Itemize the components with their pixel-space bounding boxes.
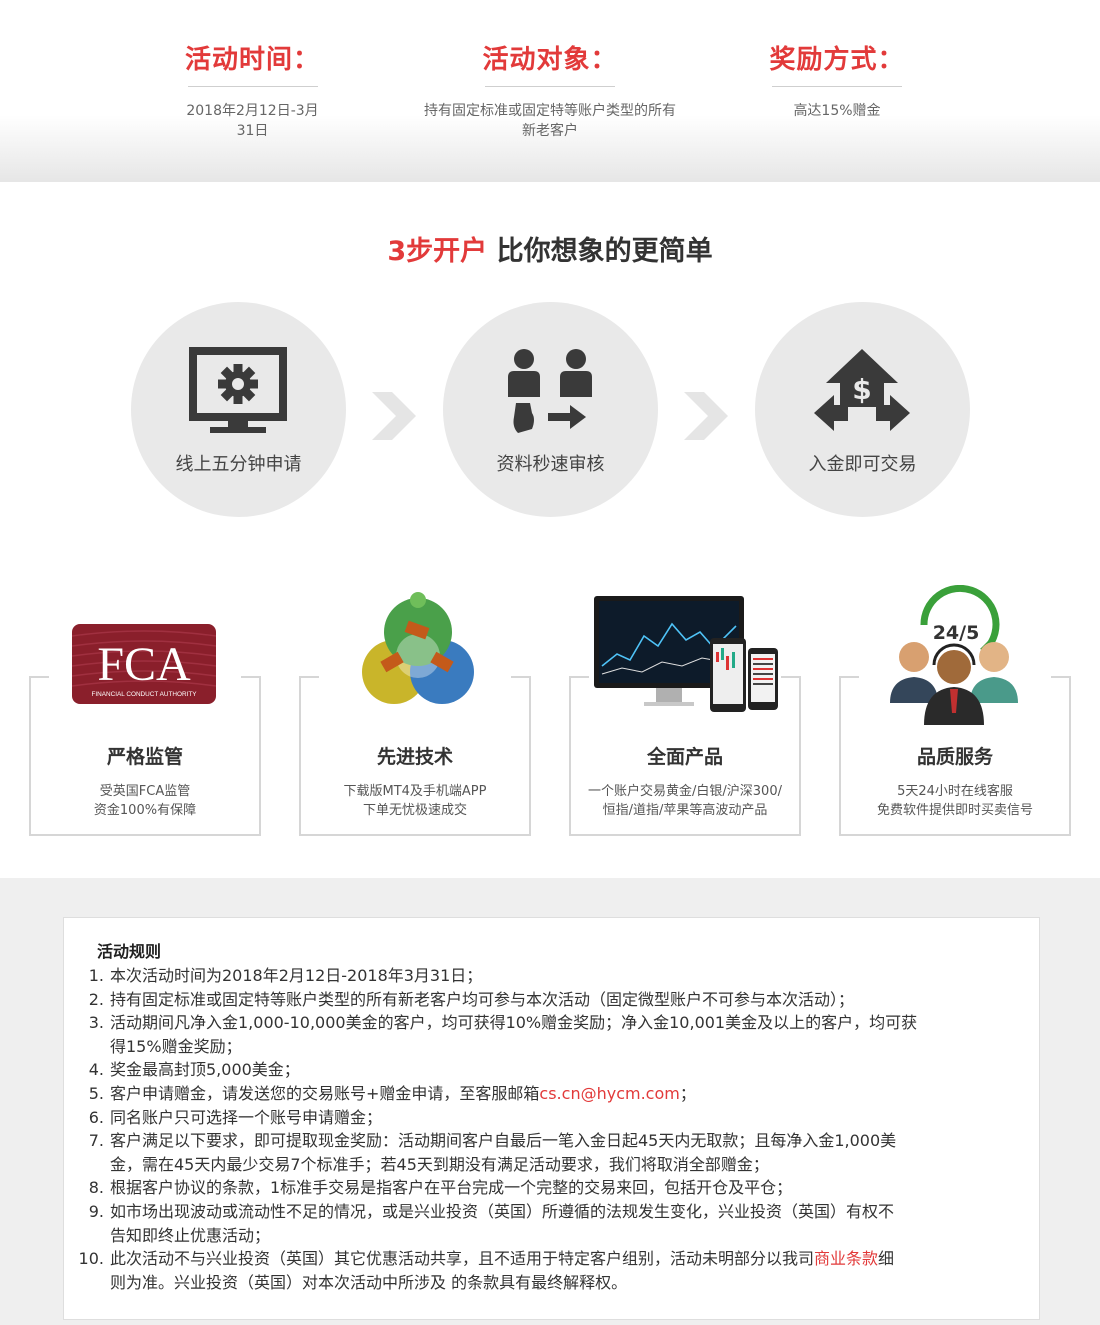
chevron-right-icon — [372, 392, 416, 440]
people-exchange-icon — [508, 349, 592, 433]
feature-desc-line: 下单无忧极速成交 — [362, 803, 467, 818]
rule-text: 同名账户只可选择一个账号申请赠金； — [110, 1107, 383, 1127]
rule-text: 得15%赠金奖励； — [110, 1036, 242, 1056]
rule-number: 3. — [88, 1013, 104, 1033]
divider — [772, 86, 902, 87]
feature-desc: 5天24小时在线客服 免费软件提供即时买卖信号 — [841, 782, 1069, 820]
feature-title: 先进技术 — [376, 746, 453, 768]
rule-item: 4. 奖金最高封顶5,000美金； — [78, 1058, 1008, 1082]
rule-text: 持有固定标准或固定特等账户类型的所有新老客户均可参与本次活动（固定微型账户不可参… — [110, 989, 855, 1009]
svg-text:$: $ — [852, 373, 871, 406]
step-review: 资料秒速审核 — [443, 302, 658, 517]
steps-heading-highlight: 3步开户 — [387, 236, 488, 267]
feature-desc-line: 一个账户交易黄金/白银/沪深300/ — [588, 784, 782, 799]
rule-text: 此次活动不与兴业投资（英国）其它优惠活动共享，且不适用于特定客户组别，活动未明部… — [110, 1247, 1008, 1271]
step-label: 线上五分钟申请 — [175, 454, 302, 475]
rule-item: 10. 此次活动不与兴业投资（英国）其它优惠活动共享，且不适用于特定客户组别，活动… — [78, 1247, 1008, 1294]
rule-text: 金，需在45天内最少交易7个标准手；若45天到期没有满足活动要求，我们将取消全部… — [110, 1154, 769, 1174]
rule-text: 如市场出现波动或流动性不足的情况，或是兴业投资（英国）所遵循的法规发生变化，兴业… — [110, 1201, 895, 1221]
rule-number: 9. — [88, 1201, 104, 1221]
metatrader-logo-icon — [362, 592, 474, 704]
rule-item: 2. 持有固定标准或固定特等账户类型的所有新老客户均可参与本次活动（固定微型账户不… — [78, 988, 1008, 1012]
feature-desc-line: 5天24小时在线客服 — [897, 784, 1013, 799]
feature-desc-line: 免费软件提供即时买卖信号 — [876, 803, 1033, 818]
rule-number: 5. — [88, 1083, 104, 1103]
rule-text: 客户申请赠金，请发送您的交易账号+赠金申请，至客服邮箱 — [110, 1083, 540, 1103]
steps-heading: 3步开户 比你想象的更简单 — [0, 232, 1100, 272]
feature-desc-line: 下载版MT4及手机端APP — [343, 784, 487, 799]
step-deposit-trade: $ 入金即可交易 — [755, 302, 970, 517]
info-title-time: 活动时间： — [184, 45, 320, 75]
info-text-target-line1: 持有固定标准或固定特等账户类型的所有 — [424, 103, 676, 119]
rule-item: 7. 客户满足以下要求，即可提取现金奖励：活动期间客户自最后一笔入金日起45天内无… — [78, 1129, 1008, 1176]
support-hours-badge: 24/5 — [933, 622, 980, 644]
rule-text-segment: 此次活动不与兴业投资（英国）其它优惠活动共享，且不适用于特定客户组别，活动未明部… — [110, 1249, 815, 1269]
feature-desc-line: 受英国FCA监管 — [99, 784, 191, 799]
rules-panel: 活动规则 1. 本次活动时间为2018年2月12日-2018年3月31日； 2. 持… — [63, 917, 1040, 1320]
rule-text: ； — [679, 1083, 696, 1103]
feature-title: 品质服务 — [916, 746, 993, 768]
terms-link[interactable]: 商业条款 — [814, 1249, 878, 1268]
dollar-house-arrows-icon: $ — [814, 349, 910, 431]
chevron-right-icon — [684, 392, 728, 440]
rule-number: 4. — [88, 1060, 104, 1080]
rule-number: 7. — [88, 1131, 104, 1151]
feature-desc: 一个账户交易黄金/白银/沪深300/ 恒指/道指/苹果等高波动产品 — [571, 782, 799, 820]
info-text-reward: 高达15%赠金 — [793, 103, 881, 119]
steps-heading-text: 比你想象的更简单 — [487, 236, 713, 267]
divider — [485, 86, 615, 87]
feature-desc-line: 恒指/道指/苹果等高波动产品 — [602, 803, 768, 818]
info-title-reward: 奖励方式： — [769, 45, 905, 75]
rule-number: 10. — [78, 1249, 104, 1269]
rule-number: 6. — [88, 1107, 104, 1127]
step-apply-online: 线上五分钟申请 — [131, 302, 346, 517]
rule-number: 8. — [88, 1178, 104, 1198]
divider — [187, 86, 318, 87]
rule-number: 1. — [88, 966, 104, 985]
step-label: 资料秒速审核 — [496, 454, 605, 475]
feature-desc: 受英国FCA监管 资金100%有保障 — [31, 782, 259, 820]
rules-list: 1. 本次活动时间为2018年2月12日-2018年3月31日； 2. 持有固定标准… — [78, 964, 1008, 1294]
step-label: 入金即可交易 — [808, 454, 917, 475]
support-agents-icon: 24/5 — [890, 585, 1018, 725]
info-text-time: 2018年2月12日-3月31日 — [186, 103, 319, 139]
support-email-link[interactable]: cs.cn@hycm.com — [539, 1084, 679, 1103]
rule-item: 5. 客户申请赠金，请发送您的交易账号+赠金申请，至客服邮箱cs.cn@hycm.… — [78, 1082, 1008, 1106]
rule-item: 8. 根据客户协议的条款，1标准手交易是指客户在平台完成一个完整的交易来回，包括开… — [78, 1176, 1008, 1200]
info-title-target: 活动对象： — [482, 45, 618, 75]
info-text-target-line2: 新老客户 — [522, 123, 578, 139]
rule-text: 告知即终止优惠活动； — [110, 1225, 271, 1245]
info-col-target: 活动对象： 持有固定标准或固定特等账户类型的所有 新老客户 — [380, 40, 720, 141]
activity-info-band: 活动时间： 2018年2月12日-3月31日 活动对象： 持有固定标准或固定特等… — [0, 0, 1100, 182]
monitor-gear-icon — [189, 347, 287, 433]
rule-text: 客户满足以下要求，即可提取现金奖励：活动期间客户自最后一笔入金日起45天内无取款… — [110, 1131, 897, 1151]
rule-text-segment: 细 — [878, 1249, 895, 1269]
rule-text: 活动期间凡净入金1,000-10,000美金的客户，均可获得10%赠金奖励；净入… — [110, 1013, 918, 1033]
info-text-target: 持有固定标准或固定特等账户类型的所有 新老客户 — [380, 101, 720, 141]
feature-title: 严格监管 — [106, 746, 183, 768]
rules-title: 活动规则 — [97, 942, 162, 961]
rule-item: 1. 本次活动时间为2018年2月12日-2018年3月31日； — [78, 964, 1008, 988]
rule-item: 6. 同名账户只可选择一个账号申请赠金； — [78, 1106, 1008, 1130]
feature-desc: 下载版MT4及手机端APP 下单无忧极速成交 — [301, 782, 529, 820]
feature-title: 全面产品 — [646, 746, 723, 768]
fca-logo-text: FCA — [97, 638, 191, 691]
info-col-reward: 奖励方式： 高达15%赠金 — [762, 40, 912, 121]
info-col-time: 活动时间： 2018年2月12日-3月31日 — [180, 40, 325, 141]
devices-chart-icon — [594, 596, 778, 712]
rule-text: 本次活动时间为2018年2月12日-2018年3月31日； — [110, 966, 483, 985]
feature-desc-line: 资金100%有保障 — [93, 803, 197, 818]
rule-text: 则为准。兴业投资（英国）对本次活动中所涉及 的条款具有最终解释权。 — [110, 1272, 628, 1292]
rule-text: 奖金最高封顶5,000美金； — [110, 1060, 300, 1080]
rule-item: 9. 如市场出现波动或流动性不足的情况，或是兴业投资（英国）所遵循的法规发生变化，… — [78, 1200, 1008, 1247]
fca-logo-subtext: FINANCIAL CONDUCT AUTHORITY — [91, 691, 197, 698]
rule-text: 根据客户协议的条款，1标准手交易是指客户在平台完成一个完整的交易来回，包括开仓及… — [110, 1178, 793, 1198]
rule-item: 3. 活动期间凡净入金1,000-10,000美金的客户，均可获得10%赠金奖励；… — [78, 1011, 1008, 1058]
fca-logo: FCA FINANCIAL CONDUCT AUTHORITY — [72, 624, 216, 704]
rule-number: 2. — [88, 989, 104, 1009]
